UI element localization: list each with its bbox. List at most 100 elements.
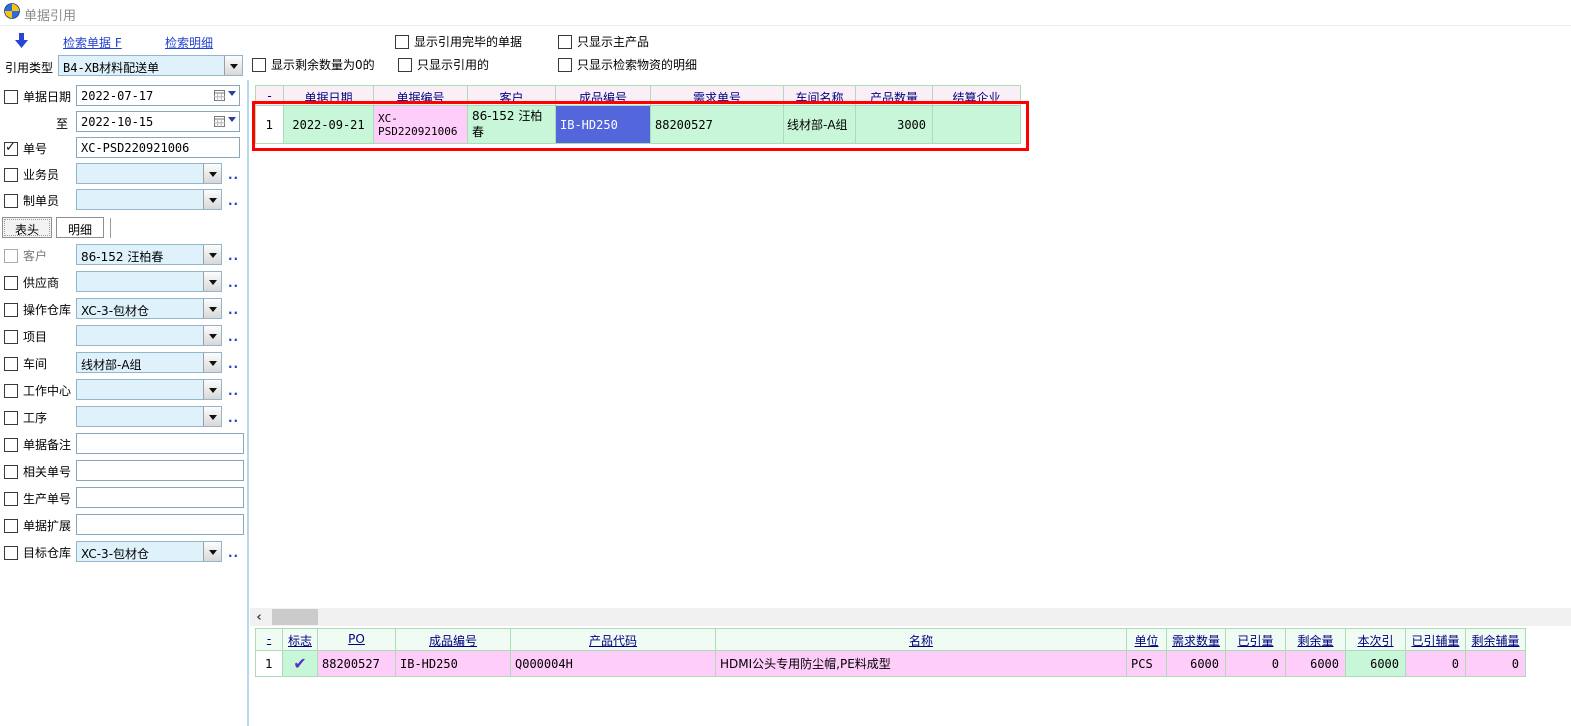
column-header[interactable]: - [256,86,284,106]
dropdown-arrow-icon[interactable] [203,380,221,399]
qty-cell[interactable]: 3000 [856,106,933,144]
doc-date-to-input[interactable]: 2022-10-15 [76,111,240,132]
workshop-combobox[interactable]: 线材部-A组 [76,352,222,373]
supplier-browse-button[interactable]: .. [228,276,239,290]
dropdown-arrow-icon[interactable] [203,326,221,345]
checkbox-box[interactable] [558,58,572,72]
checkbox-box[interactable] [4,194,18,208]
dropdown-arrow-icon[interactable] [203,299,221,318]
this-ref-qty-cell[interactable]: 6000 [1346,651,1406,677]
column-header[interactable]: 产品数量 [856,86,933,106]
column-header[interactable]: 产品代码 [511,629,716,651]
row-index-cell[interactable]: 1 [256,106,284,144]
checkbox-doc-maker[interactable]: 制单员 [4,193,59,208]
calendar-icon[interactable] [214,90,225,101]
checkbox-doc-date[interactable]: 单据日期 [4,89,71,104]
column-header[interactable]: 需求数量 [1167,629,1226,651]
checkbox-doc-remark[interactable]: 单据备注 [4,437,71,452]
search-details-link[interactable]: 检索明细 [165,34,213,51]
project-browse-button[interactable]: .. [228,330,239,344]
checkbox-workshop[interactable]: 车间 [4,356,47,371]
column-header[interactable]: 标志 [283,629,318,651]
ref-qty-cell[interactable]: 0 [1226,651,1286,677]
column-header[interactable]: 单据编号 [374,86,468,106]
dropdown-arrow-icon[interactable] [203,272,221,291]
checkbox-box[interactable] [4,303,18,317]
scroll-left-button[interactable]: ‹ [250,608,268,626]
column-header[interactable]: 单位 [1127,629,1167,651]
checkbox-box[interactable] [4,276,18,290]
unit-cell[interactable]: PCS [1127,651,1167,677]
doc-no-input[interactable]: XC-PSD220921006 [76,137,240,158]
column-header[interactable]: 已引量 [1226,629,1286,651]
checkbox-only-main-product[interactable]: 只显示主产品 [558,34,649,49]
op-warehouse-combobox[interactable]: XC-3-包材仓 [76,298,222,319]
dropdown-arrow-icon[interactable] [203,190,221,209]
checkbox-work-center[interactable]: 工作中心 [4,383,71,398]
checkbox-doc-extend[interactable]: 单据扩展 [4,518,71,533]
checkbox-project[interactable]: 项目 [4,329,47,344]
dropdown-arrow-icon[interactable] [203,407,221,426]
work-center-browse-button[interactable]: .. [228,384,239,398]
doc-no-cell[interactable]: XC-PSD220921006 [374,106,468,144]
tab-header[interactable]: 表头 [2,217,52,238]
table-row[interactable]: 1 ✔ 88200527 IB-HD250 Q000004H HDMI公头专用防… [256,651,1526,677]
flag-check-icon[interactable]: ✔ [283,651,318,677]
checkbox-only-referenced[interactable]: 只显示引用的 [398,57,489,72]
column-header[interactable]: PO [318,629,396,651]
checkbox-box[interactable] [4,168,18,182]
customer-browse-button[interactable]: .. [228,249,239,263]
checkbox-target-warehouse[interactable]: 目标仓库 [4,545,71,560]
date-dropdown-arrow-icon[interactable] [228,91,236,100]
process-combobox[interactable] [76,406,222,427]
checkbox-box[interactable] [4,465,18,479]
related-no-input[interactable] [76,460,244,481]
column-header[interactable]: 单据日期 [284,86,374,106]
column-header[interactable]: 本次引 [1346,629,1406,651]
search-documents-link[interactable]: 检索单据 F [63,34,122,51]
remain-qty-cell[interactable]: 6000 [1286,651,1346,677]
checkbox-box[interactable] [4,546,18,560]
calendar-icon[interactable] [214,116,225,127]
doc-date-from-input[interactable]: 2022-07-17 [76,85,240,106]
po-cell[interactable]: 88200527 [318,651,396,677]
salesman-combobox[interactable] [76,163,222,184]
ref-aux-qty-cell[interactable]: 0 [1406,651,1466,677]
work-center-combobox[interactable] [76,379,222,400]
workshop-cell[interactable]: 线材部-A组 [784,106,856,144]
dropdown-arrow-icon[interactable] [203,353,221,372]
production-no-input[interactable] [76,487,244,508]
salesman-browse-button[interactable]: .. [228,168,239,182]
doc-maker-browse-button[interactable]: .. [228,194,239,208]
column-header[interactable]: 已引辅量 [1406,629,1466,651]
checkbox-only-searched-materials[interactable]: 只显示检索物资的明细 [558,57,697,72]
row-index-cell[interactable]: 1 [256,651,283,677]
checkbox-box[interactable] [395,35,409,49]
dropdown-arrow-icon[interactable] [203,542,221,561]
column-header[interactable]: 客户 [468,86,556,106]
checkbox-salesman[interactable]: 业务员 [4,167,59,182]
dropdown-arrow-icon[interactable] [203,164,221,183]
column-header[interactable]: 结算企业 [933,86,1021,106]
checkbox-doc-no[interactable]: 单号 [4,141,47,156]
demand-no-cell[interactable]: 88200527 [651,106,784,144]
table-row[interactable]: 1 2022-09-21 XC-PSD220921006 86-152 汪柏春 … [256,106,1021,144]
target-warehouse-combobox[interactable]: XC-3-包材仓 [76,541,222,562]
column-header[interactable]: 剩余量 [1286,629,1346,651]
checkbox-related-no[interactable]: 相关单号 [4,464,71,479]
project-combobox[interactable] [76,325,222,346]
checkbox-show-finished[interactable]: 显示引用完毕的单据 [395,34,522,49]
dropdown-arrow-icon[interactable] [224,56,242,75]
doc-extend-input[interactable] [76,514,244,535]
checkbox-box[interactable] [4,492,18,506]
tab-detail[interactable]: 明细 [56,217,104,238]
product-name-cell[interactable]: HDMI公头专用防尘帽,PE料成型 [716,651,1127,677]
checkbox-box[interactable] [4,519,18,533]
checkbox-box[interactable] [4,438,18,452]
customer-combobox[interactable]: 86-152 汪柏春 [76,244,222,265]
checkbox-box[interactable] [398,58,412,72]
process-browse-button[interactable]: .. [228,411,239,425]
column-header[interactable]: 成品编号 [396,629,511,651]
checkbox-box[interactable] [558,35,572,49]
product-no-cell-selected[interactable]: IB-HD250 [556,106,651,144]
